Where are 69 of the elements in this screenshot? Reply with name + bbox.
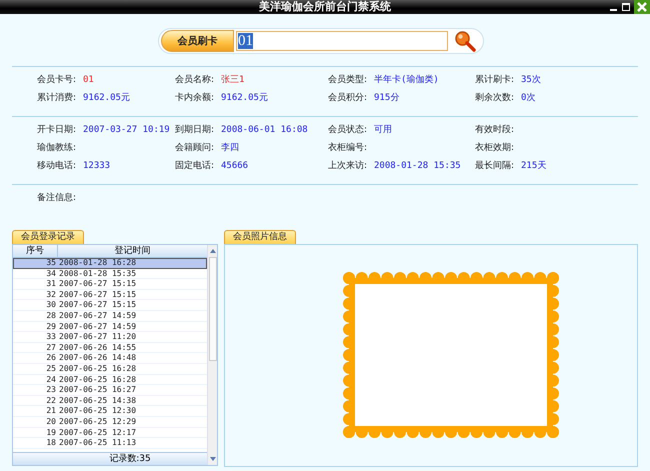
record-row[interactable]: 33 2007-06-27 11:20	[13, 332, 207, 343]
record-row[interactable]: 31 2007-06-27 15:15	[13, 279, 207, 290]
record-row[interactable]: 19 2007-06-25 12:17	[13, 428, 207, 438]
field-label: 累计消费:	[37, 93, 78, 104]
field-label: 剩余次数:	[475, 93, 516, 104]
field-value: 215天	[521, 161, 548, 172]
field-value: 2007-03-27 10:19	[83, 125, 171, 136]
record-row[interactable]: 25 2007-06-25 16:28	[13, 364, 207, 375]
record-row[interactable]: 22 2007-06-25 14:38	[13, 396, 207, 406]
field-value: 9162.05元	[221, 93, 269, 104]
field-label: 瑜伽教练:	[37, 143, 78, 154]
scroll-down-icon[interactable]	[208, 456, 216, 462]
field-value: 张三1	[221, 75, 246, 86]
field-value: 2008-01-28 15:35	[374, 161, 462, 172]
column-header[interactable]: 登记时间	[58, 245, 207, 257]
record-row[interactable]: 23 2007-06-25 16:27	[13, 385, 207, 396]
field-label: 备注信息:	[37, 193, 78, 204]
field-label: 会员积分:	[328, 93, 368, 104]
record-row[interactable]: 27 2007-06-26 14:55	[13, 342, 207, 354]
field-value: 35次	[521, 75, 542, 86]
record-row[interactable]: 24 2007-06-25 16:28	[13, 374, 207, 386]
field-value: 0次	[521, 93, 536, 104]
field-label: 固定电话:	[175, 161, 216, 172]
scroll-up-icon[interactable]	[208, 248, 216, 254]
field-label: 上次来访:	[328, 161, 368, 172]
swipe-card-button[interactable]: 会员刷卡	[161, 30, 234, 52]
field-value: 李四	[221, 143, 240, 154]
scrollbar[interactable]	[207, 245, 217, 465]
record-row[interactable]: 18 2007-06-25 11:13	[13, 438, 207, 449]
window-title: 美洋瑜伽会所前台门禁系统	[258, 0, 392, 14]
field-label: 卡内余额:	[175, 93, 216, 104]
field-label: 会员卡号:	[37, 75, 78, 86]
field-label: 会员类型:	[328, 75, 368, 86]
record-row[interactable]: 30 2007-06-27 15:15	[13, 300, 207, 311]
record-row[interactable]: 26 2007-06-26 14:48	[13, 353, 207, 364]
card-number-field[interactable]: 01	[236, 31, 448, 51]
field-label: 到期日期:	[175, 125, 216, 136]
field-label: 开卡日期:	[37, 125, 78, 136]
record-row[interactable]: 20 2007-06-25 12:29	[13, 416, 207, 428]
field-label: 累计刷卡:	[475, 75, 516, 86]
scroll-thumb[interactable]	[208, 257, 216, 361]
search-icon[interactable]	[454, 30, 476, 52]
field-value: 12333	[83, 161, 112, 172]
record-row[interactable]: 21 2007-06-25 12:30	[13, 406, 207, 417]
login-records-tab[interactable]: 会员登录记录	[12, 230, 84, 244]
field-value: 01	[83, 75, 95, 86]
record-row[interactable]: 28 2007-06-27 14:59	[13, 310, 207, 322]
field-label: 衣柜效期:	[475, 143, 516, 154]
record-row[interactable]: 32 2007-06-27 15:15	[13, 290, 207, 300]
record-row[interactable]: 35 2008-01-28 16:28	[13, 258, 207, 269]
field-value: 9162.05元	[83, 93, 131, 104]
field-label: 会员名称:	[175, 75, 216, 86]
field-label: 会籍顾问:	[175, 143, 216, 154]
field-label: 移动电话:	[37, 161, 78, 172]
field-value: 可用	[374, 125, 393, 136]
column-header[interactable]: 序号	[13, 245, 58, 257]
record-row[interactable]: 29 2007-06-27 14:59	[13, 322, 207, 332]
field-label: 最长间隔:	[475, 161, 516, 172]
field-value: 2008-06-01 16:08	[221, 125, 309, 136]
field-label: 会员状态:	[328, 125, 368, 136]
record-count: 记录数:35	[13, 452, 207, 465]
maximize-icon[interactable]	[622, 3, 630, 11]
field-label: 有效时段:	[475, 125, 516, 136]
photo-info-tab[interactable]: 会员照片信息	[224, 230, 296, 244]
field-value: 915分	[374, 93, 400, 104]
field-value: 45666	[221, 161, 250, 172]
record-row[interactable]: 34 2008-01-28 15:35	[13, 268, 207, 280]
field-value: 半年卡(瑜伽类)	[374, 75, 440, 86]
field-label: 衣柜编号:	[328, 143, 368, 154]
